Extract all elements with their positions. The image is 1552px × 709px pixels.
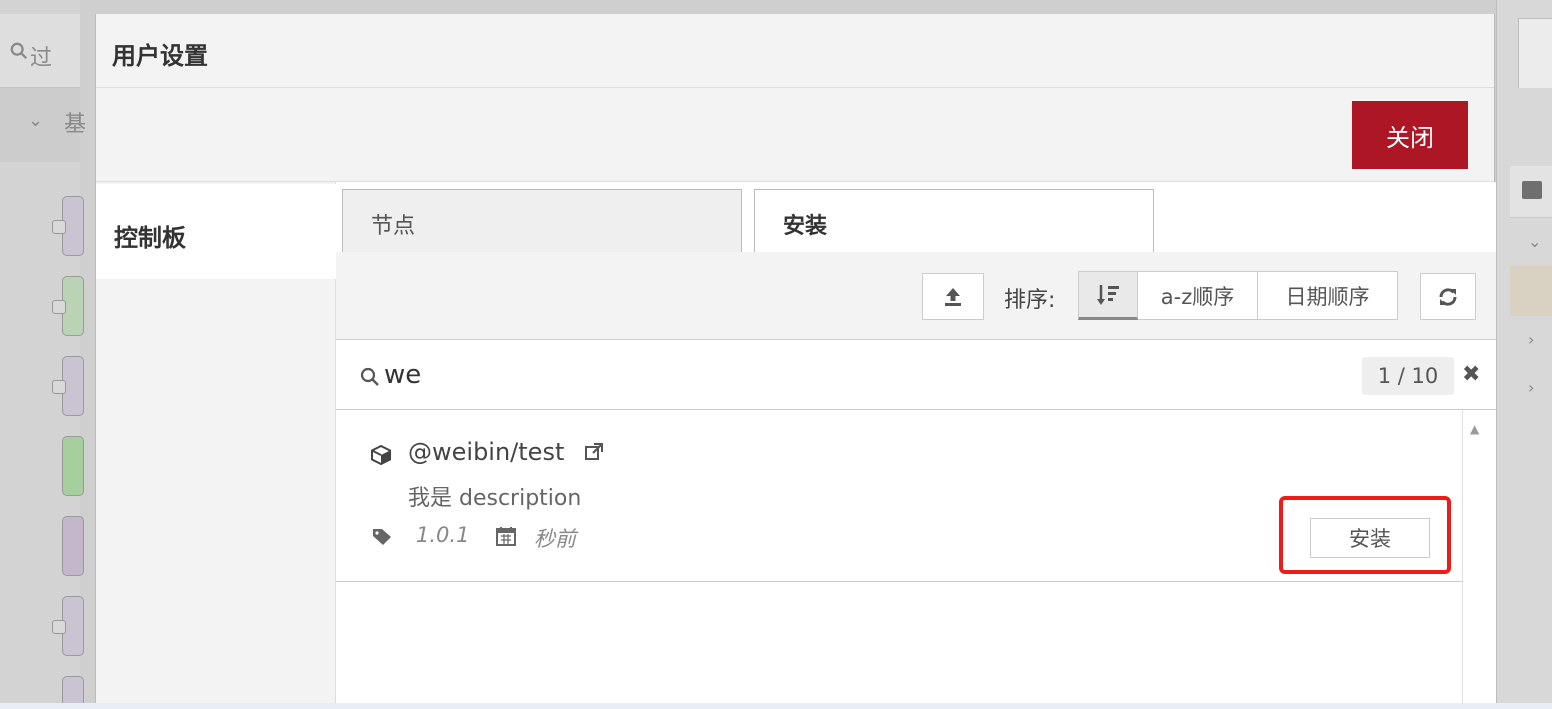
tab-nodes[interactable]: 节点 <box>342 189 742 252</box>
sidebar-background <box>1496 0 1552 709</box>
palette-filter: 过 <box>0 14 80 88</box>
upload-icon <box>945 287 961 306</box>
palette-category-label: 基 <box>64 112 87 137</box>
install-toolbar: 排序: a-z顺序 日期顺序 <box>336 252 1496 340</box>
palette-filter-text: 过 <box>30 46 53 71</box>
search-bar: 1 / 10 ✖ <box>336 340 1496 410</box>
palette-node <box>62 516 84 576</box>
node-port <box>52 220 66 234</box>
archive-icon <box>1522 181 1542 199</box>
close-button[interactable]: 关闭 <box>1352 101 1468 169</box>
highlight-annotation <box>1279 496 1451 574</box>
sidebar-selected-row <box>1510 266 1552 316</box>
list-item: @weibin/test 我是 description 1.0.1 秒前 安装 <box>336 410 1463 582</box>
user-settings-dialog: 用户设置 关闭 控制板 节点 安装 排序: a-z顺序 日期顺序 we 1 / … <box>95 14 1496 709</box>
dialog-toolbar: 关闭 <box>96 88 1494 182</box>
sort-az-button[interactable]: a-z顺序 <box>1138 271 1258 320</box>
cube-icon <box>371 444 391 466</box>
chevron-down-icon: ⌄ <box>1528 232 1542 251</box>
search-input[interactable] <box>384 354 1284 396</box>
tag-icon <box>373 529 391 545</box>
node-port <box>52 620 66 634</box>
chevron-right-icon: › <box>1528 378 1535 397</box>
sort-relevance-button[interactable] <box>1078 271 1138 320</box>
sidebar-item-label: 控制板 <box>114 224 186 252</box>
search-icon <box>10 42 27 59</box>
scroll-up-arrow[interactable]: ▲ <box>1470 422 1479 436</box>
upload-button[interactable] <box>922 273 984 320</box>
search-result-count: 1 / 10 <box>1362 357 1454 395</box>
module-name[interactable]: @weibin/test <box>408 438 564 466</box>
sort-group: a-z顺序 日期顺序 <box>1078 271 1398 320</box>
palette-manager: 节点 安装 排序: a-z顺序 日期顺序 1 / 10 ✖ <box>336 182 1496 709</box>
settings-sidebar: 控制板 <box>96 182 336 709</box>
module-version: 1.0.1 <box>416 523 470 547</box>
clear-search-icon[interactable]: ✖ <box>1462 362 1480 387</box>
node-port <box>52 380 66 394</box>
palette-category: ⌄ 基 <box>0 88 86 162</box>
search-icon <box>360 367 379 386</box>
sort-label: 排序: <box>1004 288 1056 313</box>
node-port <box>52 300 66 314</box>
sidebar-item-palette[interactable]: 控制板 <box>96 184 336 279</box>
module-list: @weibin/test 我是 description 1.0.1 秒前 安装 <box>336 410 1463 709</box>
external-link-icon[interactable] <box>584 442 604 462</box>
chevron-down-icon: ⌄ <box>28 110 44 131</box>
sort-amount-icon <box>1097 284 1119 305</box>
palette-node <box>62 436 84 496</box>
sort-date-button[interactable]: 日期顺序 <box>1258 271 1398 320</box>
bottom-strip <box>0 703 1552 709</box>
dialog-header: 用户设置 <box>96 14 1494 88</box>
sidebar-tab <box>1518 18 1552 88</box>
tab-install[interactable]: 安装 <box>754 189 1154 253</box>
palette-background: 过 ⌄ 基 <box>0 0 86 709</box>
chevron-right-icon: › <box>1528 330 1535 349</box>
refresh-button[interactable] <box>1420 273 1476 320</box>
calendar-icon <box>496 527 516 546</box>
dialog-title: 用户设置 <box>112 42 208 70</box>
module-description: 我是 description <box>408 486 582 511</box>
module-updated: 秒前 <box>534 527 576 551</box>
refresh-icon <box>1439 287 1457 306</box>
